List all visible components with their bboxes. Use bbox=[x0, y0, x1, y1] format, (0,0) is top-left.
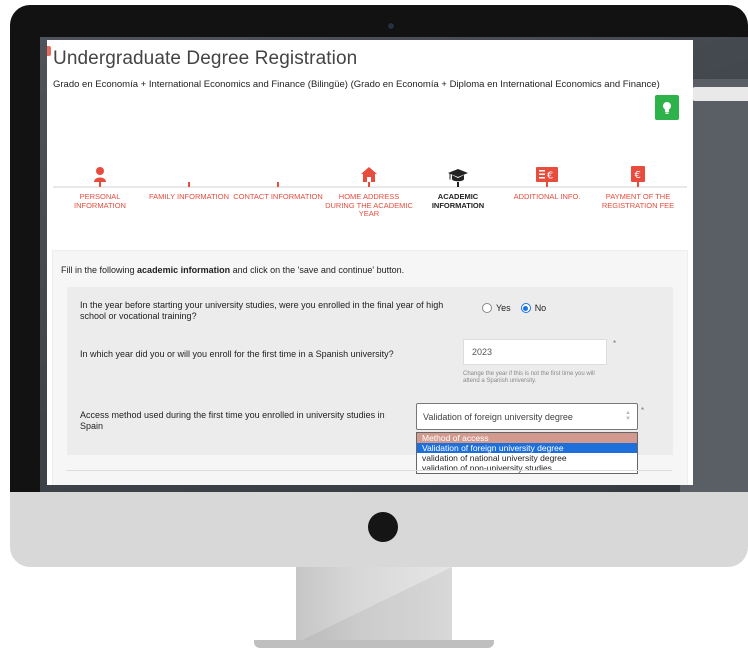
registration-steps: PERSONAL INFORMATION FAMILY INFORMATION … bbox=[47, 162, 693, 242]
section-divider bbox=[66, 470, 672, 471]
step-marker bbox=[368, 182, 370, 187]
window-close-button[interactable] bbox=[47, 46, 51, 56]
radio-yes[interactable] bbox=[482, 303, 492, 313]
lightbulb-icon bbox=[663, 101, 671, 114]
step-personal-information[interactable]: PERSONAL INFORMATION bbox=[55, 162, 145, 210]
step-payment[interactable]: € PAYMENT OF THE REGISTRATION FEE bbox=[593, 162, 683, 210]
monitor-stand bbox=[296, 567, 452, 643]
monitor-base bbox=[254, 640, 494, 648]
degree-subtitle: Grado en Economía + International Econom… bbox=[53, 79, 660, 90]
hint-button[interactable] bbox=[655, 95, 679, 120]
step-family-information[interactable]: FAMILY INFORMATION bbox=[144, 162, 234, 202]
required-marker: * bbox=[613, 339, 617, 348]
step-marker bbox=[637, 182, 639, 187]
step-academic-information[interactable]: ACADEMIC INFORMATION bbox=[413, 162, 503, 210]
euro-icon: € bbox=[631, 166, 645, 182]
camera-icon bbox=[388, 23, 394, 29]
dropdown-option[interactable]: Method of access bbox=[417, 433, 637, 443]
page-title: Undergraduate Degree Registration bbox=[53, 48, 358, 69]
step-label: PERSONAL INFORMATION bbox=[74, 192, 126, 210]
radio-no-label[interactable]: No bbox=[535, 303, 547, 313]
final-year-radio-group: Yes No bbox=[482, 303, 556, 313]
step-marker bbox=[546, 182, 548, 187]
money-icon: € bbox=[536, 167, 558, 182]
person-icon bbox=[94, 167, 106, 182]
dropdown-option[interactable]: validation of non-university studies bbox=[417, 463, 637, 473]
step-marker bbox=[188, 182, 190, 187]
access-method-value: Validation of foreign university degree bbox=[423, 411, 573, 422]
svg-text:€: € bbox=[547, 171, 553, 182]
step-marker bbox=[99, 182, 101, 187]
dropdown-option[interactable]: Validation of foreign university degree bbox=[417, 443, 637, 453]
step-label: FAMILY INFORMATION bbox=[148, 192, 229, 201]
step-marker bbox=[277, 182, 279, 187]
step-label: ADDITIONAL INFO. bbox=[513, 192, 581, 201]
step-contact-information[interactable]: CONTACT INFORMATION bbox=[233, 162, 323, 202]
access-method-select[interactable]: Validation of foreign university degree … bbox=[416, 403, 638, 430]
step-marker bbox=[457, 182, 459, 187]
home-icon bbox=[361, 167, 377, 182]
radio-yes-label[interactable]: Yes bbox=[496, 303, 511, 313]
step-label: CONTACT INFORMATION bbox=[233, 192, 323, 201]
step-label: HOME ADDRESS DURING THE ACADEMIC YEAR bbox=[325, 192, 413, 218]
svg-text:€: € bbox=[635, 170, 641, 181]
step-label: ACADEMIC INFORMATION bbox=[431, 192, 485, 210]
required-marker: * bbox=[641, 406, 645, 415]
enrollment-year-input[interactable]: 2023 bbox=[463, 339, 607, 365]
form-instructions: Fill in the following academic informati… bbox=[61, 265, 405, 275]
enrollment-year-helper: Change the year if this is not the first… bbox=[463, 371, 595, 384]
question-access-method: Access method used during the first time… bbox=[80, 410, 385, 431]
dropdown-option[interactable]: validation of national university degree bbox=[417, 453, 637, 463]
registration-window: Undergraduate Degree Registration Grado … bbox=[47, 40, 693, 485]
step-additional-info[interactable]: € ADDITIONAL INFO. bbox=[502, 162, 592, 202]
step-label: PAYMENT OF THE REGISTRATION FEE bbox=[601, 192, 675, 210]
question-final-year: In the year before starting your univers… bbox=[80, 300, 444, 321]
monitor-logo bbox=[368, 512, 398, 542]
graduation-cap-icon bbox=[448, 169, 468, 182]
question-enrollment-year: In which year did you or will you enroll… bbox=[80, 349, 394, 359]
radio-no[interactable] bbox=[520, 303, 531, 313]
select-arrows-icon: ▲ ▼ bbox=[625, 410, 631, 422]
background-window-bar bbox=[692, 87, 748, 101]
access-method-dropdown: Method of access Validation of foreign u… bbox=[416, 432, 638, 474]
step-home-address[interactable]: HOME ADDRESS DURING THE ACADEMIC YEAR bbox=[324, 162, 414, 219]
